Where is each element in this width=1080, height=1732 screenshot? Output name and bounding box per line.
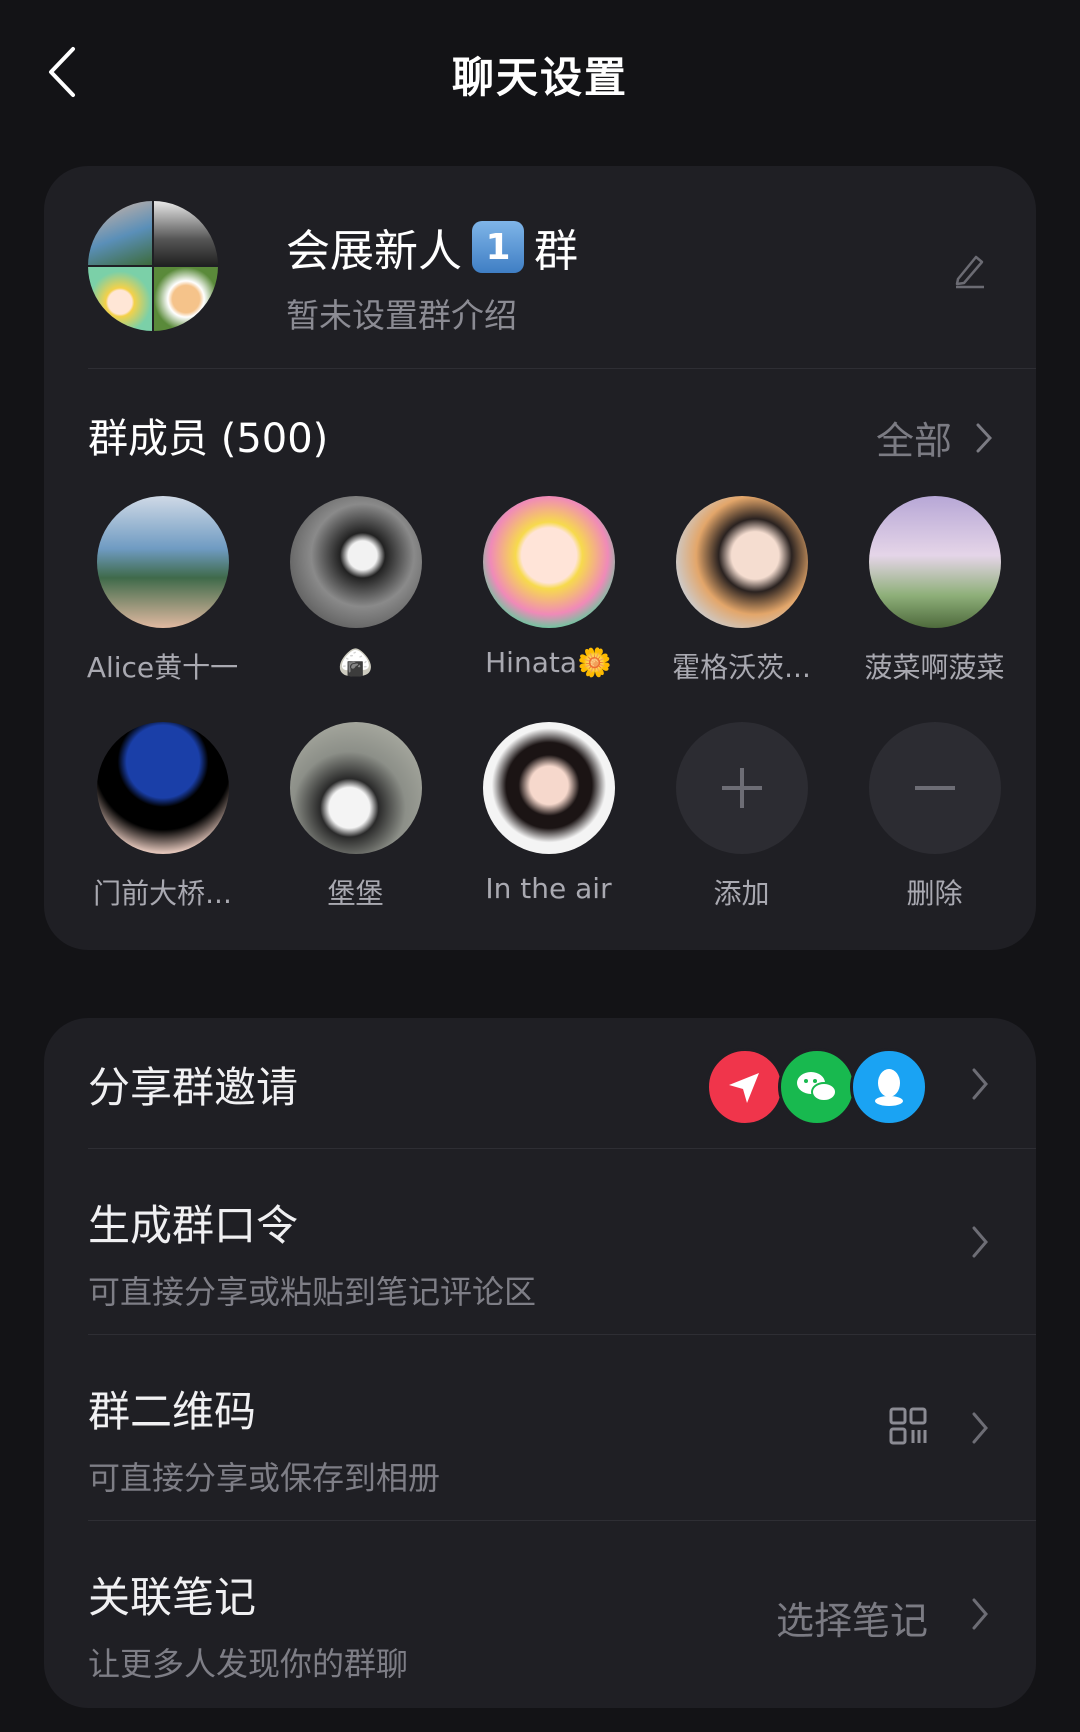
member-name: 堡堡 [327,877,384,910]
linked-note-row[interactable]: 关联笔记 让更多人发现你的群聊 选择笔记 [88,1520,992,1708]
member-name: 菠菜啊菠菜 [864,651,1005,684]
member-item[interactable]: 堡堡 [259,722,452,912]
share-invite-row[interactable]: 分享群邀请 [88,1018,992,1148]
chevron-right-icon [972,1226,988,1258]
group-profile[interactable]: 会展新人 1 群 暂未设置群介绍 [88,201,992,335]
member-item[interactable]: 🍙 [259,496,452,679]
member-item[interactable]: 门前大桥... [66,722,259,912]
number-badge: 1 [472,221,524,273]
member-avatar [482,722,615,854]
wechat-icon[interactable] [778,1048,856,1126]
member-avatar [96,722,229,854]
member-name: 霍格沃茨... [672,651,811,684]
remove-member-label: 删除 [906,877,963,910]
member-name: Hinata🌼 [485,646,612,679]
select-note-label: 选择笔记 [775,1599,928,1643]
page-title: 聊天设置 [451,53,628,102]
divider [88,368,1036,369]
member-name: Alice黄十一 [86,651,239,684]
header: 聊天设置 [0,0,1080,150]
group-qrcode-row[interactable]: 群二维码 可直接分享或保存到相册 [88,1334,992,1520]
add-member-button[interactable]: 添加 [645,722,838,912]
member-item[interactable]: Hinata🌼 [452,496,645,679]
group-name-text: 会展新人 [286,226,462,277]
view-all-label: 全部 [875,419,952,463]
member-item[interactable]: Alice黄十一 [66,496,259,686]
members-header: 群成员 (500) 全部 [88,406,992,466]
remove-member-button[interactable]: 删除 [838,722,1031,912]
member-avatar [289,722,422,854]
view-all-members[interactable]: 全部 [876,410,992,465]
member-avatar [96,496,229,628]
group-name-suffix: 群 [534,226,578,277]
member-avatar [675,496,808,628]
qrcode-icon [889,1407,927,1445]
member-avatar [868,496,1001,628]
member-item[interactable]: 菠菜啊菠菜 [838,496,1031,686]
add-member-label: 添加 [713,877,770,910]
qq-icon[interactable] [850,1048,928,1126]
member-name: 🍙 [338,646,373,679]
chevron-right-icon [972,1412,988,1444]
group-name: 会展新人 1 群 [286,215,578,279]
member-avatar [289,496,422,628]
edit-icon[interactable] [952,249,992,289]
paper-plane-icon[interactable] [706,1048,784,1126]
minus-icon [868,722,1001,854]
member-name: In the air [485,872,612,905]
group-token-subtitle: 可直接分享或粘贴到笔记评论区 [88,1273,537,1311]
group-qrcode-subtitle: 可直接分享或保存到相册 [88,1459,441,1497]
group-avatar [88,201,218,331]
share-invite-title: 分享群邀请 [88,1063,299,1112]
member-avatar [482,496,615,628]
share-channels [706,1048,928,1126]
linked-note-title: 关联笔记 [88,1573,257,1622]
members-title: 群成员 (500) [88,416,329,462]
group-options-card: 分享群邀请 生成群口令 可直接分享或粘贴到笔记评论区 群二维码 可直接分享或保存… [44,1018,1036,1708]
group-info-card: 会展新人 1 群 暂未设置群介绍 群成员 (500) 全部 Alice黄十一 🍙… [44,166,1036,950]
linked-note-subtitle: 让更多人发现你的群聊 [88,1645,409,1683]
plus-icon [675,722,808,854]
group-token-row[interactable]: 生成群口令 可直接分享或粘贴到笔记评论区 [88,1148,992,1334]
member-item[interactable]: In the air [452,722,645,905]
member-name: 门前大桥... [93,877,232,910]
chevron-right-icon [972,1068,988,1100]
group-intro: 暂未设置群介绍 [286,296,517,335]
group-qrcode-title: 群二维码 [88,1387,257,1436]
chevron-right-icon [972,1598,988,1630]
member-item[interactable]: 霍格沃茨... [645,496,838,686]
group-token-title: 生成群口令 [88,1201,299,1250]
chevron-right-icon [976,423,992,452]
